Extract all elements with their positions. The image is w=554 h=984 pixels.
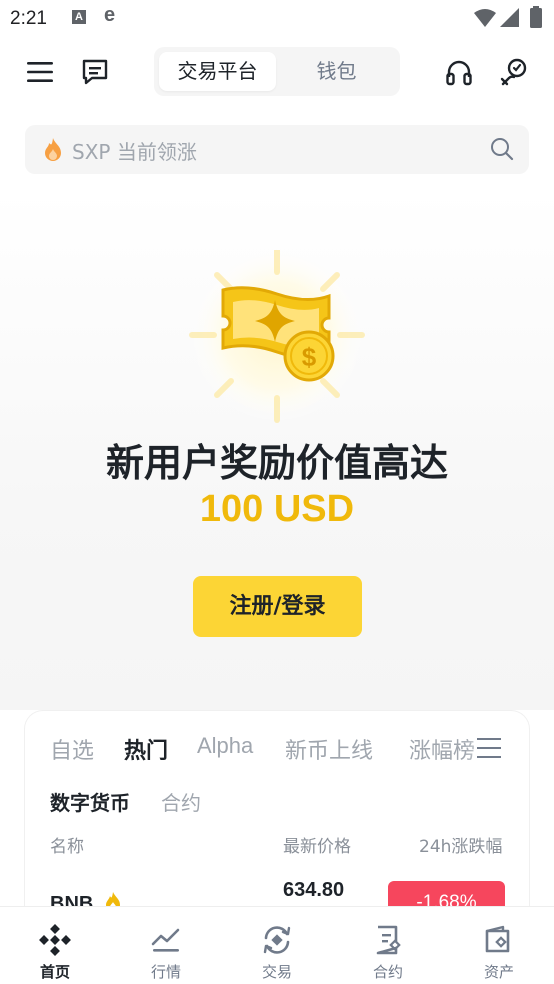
search-placeholder: SXP 当前领涨 xyxy=(72,140,197,164)
binance-logo-icon xyxy=(39,924,71,956)
column-change: 24h涨跌幅 xyxy=(419,837,503,857)
messages-button[interactable] xyxy=(80,57,110,87)
nav-home-label: 首页 xyxy=(39,963,70,981)
reward-ticket-icon: $ xyxy=(189,250,365,423)
nav-markets[interactable]: 行情 xyxy=(111,907,221,984)
wifi-icon xyxy=(474,9,496,27)
promo-title: 新用户奖励价值高达 xyxy=(105,441,448,485)
subtab-spot[interactable]: 数字货币 xyxy=(50,787,130,816)
tab-hot[interactable]: 热门 xyxy=(124,733,168,765)
signal-icon xyxy=(500,8,519,27)
tab-alpha[interactable]: Alpha xyxy=(197,733,253,759)
register-login-button[interactable]: 注册/登录 xyxy=(193,576,362,637)
nav-assets[interactable]: 资产 xyxy=(444,907,554,984)
nav-futures-label: 合约 xyxy=(372,963,403,981)
svg-text:$: $ xyxy=(302,342,317,372)
tab-menu-icon[interactable] xyxy=(477,737,501,759)
trade-swap-icon xyxy=(263,926,291,954)
hamburger-icon xyxy=(27,62,53,82)
wallet-icon xyxy=(485,925,510,953)
tab-exchange[interactable]: 交易平台 xyxy=(159,52,276,91)
tab-new-listings[interactable]: 新币上线 xyxy=(285,733,373,765)
support-button[interactable] xyxy=(444,58,474,88)
battery-icon xyxy=(530,6,542,28)
nav-assets-label: 资产 xyxy=(483,963,514,981)
status-bar: 2:21 A e xyxy=(0,0,554,38)
browser-status-icon: e xyxy=(104,4,116,26)
nav-markets-label: 行情 xyxy=(150,963,181,981)
tab-favorites[interactable]: 自选 xyxy=(50,733,94,765)
gift-person-icon xyxy=(500,58,527,86)
column-price: 最新价格 xyxy=(283,837,351,857)
flame-icon xyxy=(45,138,61,161)
subtab-futures[interactable]: 合约 xyxy=(161,787,201,816)
coin-price: 634.80 xyxy=(283,879,345,901)
tab-wallet[interactable]: 钱包 xyxy=(278,52,395,91)
promo-amount: 100 USD xyxy=(199,488,355,530)
search-icon[interactable] xyxy=(490,137,514,161)
nav-home[interactable]: 首页 xyxy=(0,907,110,984)
chart-trend-icon xyxy=(151,928,180,952)
contract-doc-icon xyxy=(376,925,401,955)
menu-button[interactable] xyxy=(26,58,54,86)
status-time: 2:21 xyxy=(10,8,47,29)
platform-switcher: 交易平台 钱包 xyxy=(154,47,400,96)
column-name: 名称 xyxy=(50,837,84,857)
nav-futures[interactable]: 合约 xyxy=(333,907,443,984)
search-bar[interactable]: SXP 当前领涨 xyxy=(25,125,529,174)
headset-icon xyxy=(446,60,472,86)
referral-button[interactable] xyxy=(498,56,530,88)
message-icon xyxy=(82,59,108,85)
nav-trade-label: 交易 xyxy=(261,963,292,981)
font-status-icon: A xyxy=(72,10,86,24)
nav-trade[interactable]: 交易 xyxy=(222,907,332,984)
bottom-nav: 首页 行情 交易 合约 资产 xyxy=(0,907,554,984)
